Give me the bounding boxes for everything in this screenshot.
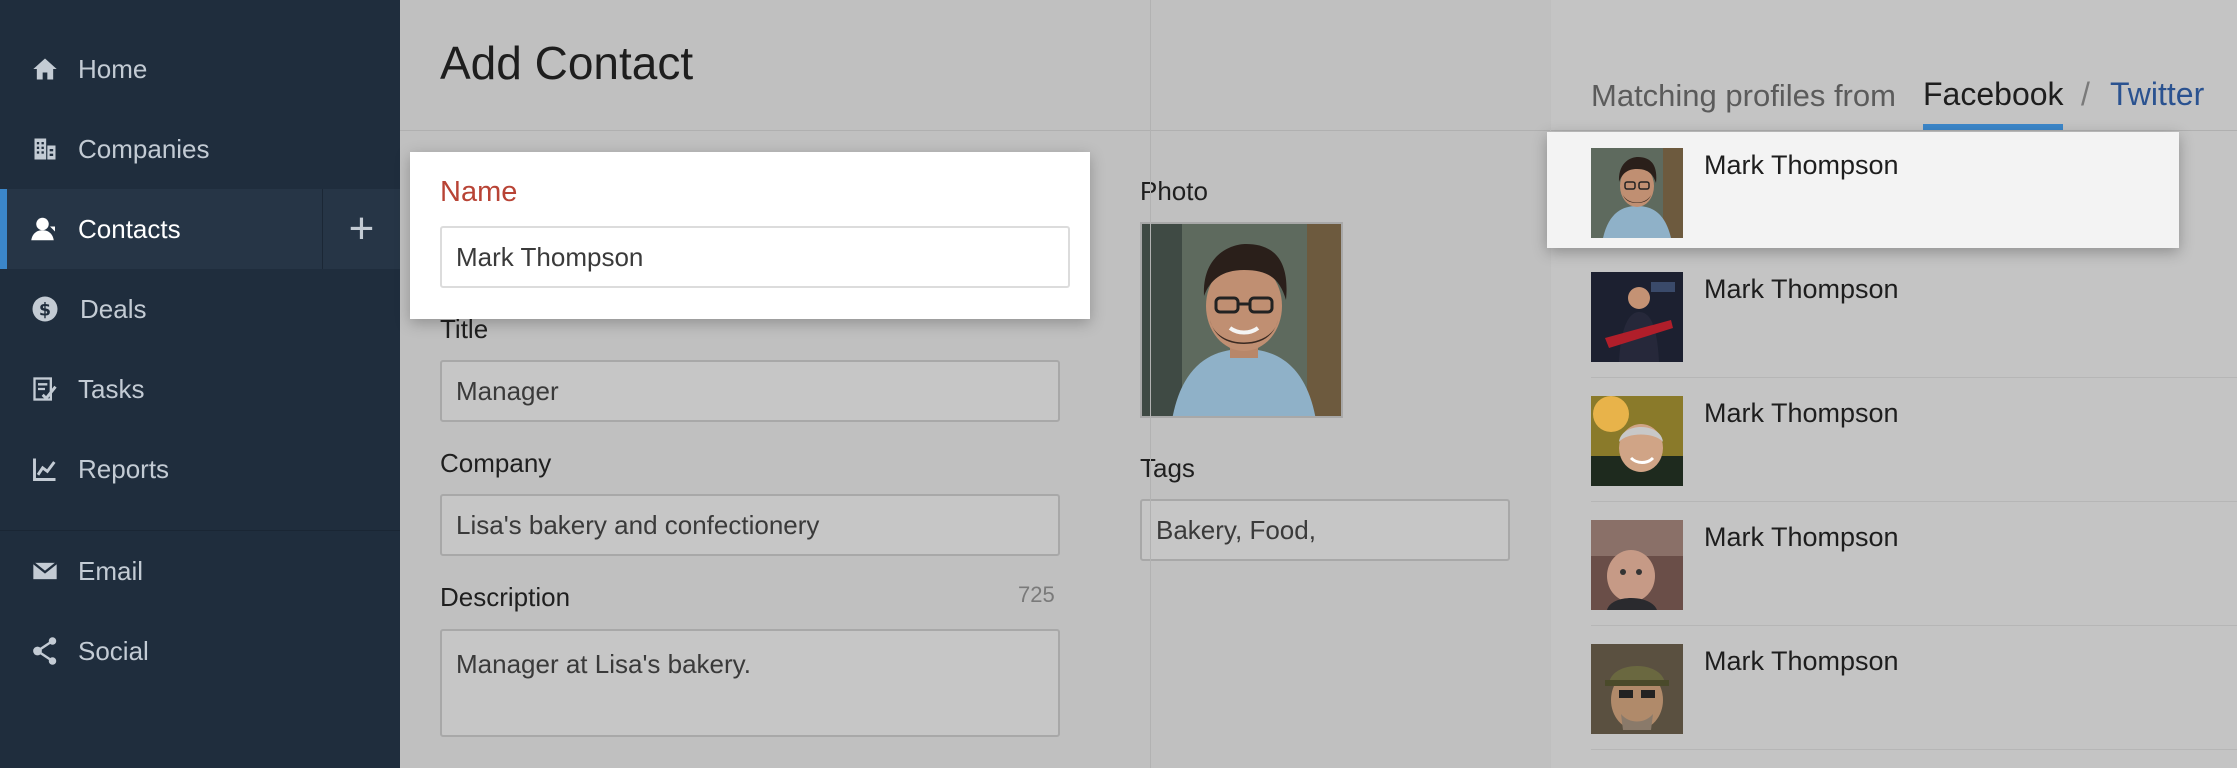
profile-name: Mark Thompson [1704,150,1899,180]
profile-name: Mark Thompson [1704,398,1899,428]
guitarist-photo-icon [1591,272,1683,362]
email-icon [28,554,62,588]
company-label: Company [440,448,552,478]
company-field[interactable]: Lisa's bakery and confectionery [440,494,1060,556]
tags-field[interactable]: Bakery, Food, [1140,499,1510,561]
smiling-man-photo-icon [1591,396,1683,486]
matching-profiles-heading: Matching profiles from [1591,78,1896,113]
profile-name: Mark Thompson [1704,522,1899,552]
profile-item[interactable]: Mark Thompson [1551,254,2237,378]
sidebar-item-tasks[interactable]: Tasks [0,349,400,429]
description-char-counter: 725 [1018,582,1055,607]
name-label: Name [440,176,518,208]
name-field-card: Name Mark Thompson [410,152,1090,319]
social-icon [28,634,62,668]
tab-separator: / [2081,76,2090,112]
companies-icon [28,132,62,166]
person-photo-icon [1591,148,1683,238]
tab-facebook[interactable]: Facebook [1923,76,2064,113]
home-icon [28,52,62,86]
profile-avatar [1591,396,1683,486]
sidebar-item-reports[interactable]: Reports [0,429,400,509]
profile-item-highlighted[interactable]: Mark Thompson [1547,132,2179,248]
row-divider [1591,749,2237,750]
sidebar-item-companies[interactable]: Companies [0,109,400,189]
sidebar: Home Companies Contacts + $ Deals Tasks … [0,0,400,768]
description-label: Description [440,582,571,612]
profile-avatar [1591,520,1683,610]
sidebar-item-label: Reports [78,453,170,484]
sidebar-item-label: Social [78,635,149,666]
profile-avatar [1591,644,1683,734]
man-photo-icon [1591,520,1683,610]
header-divider [400,130,1550,131]
tab-twitter[interactable]: Twitter [2110,76,2204,113]
profile-name: Mark Thompson [1704,646,1899,676]
svg-text:$: $ [39,300,51,320]
deals-icon: $ [28,292,62,326]
sidebar-item-email[interactable]: Email [0,531,400,611]
sidebar-item-home[interactable]: Home [0,29,400,109]
add-contact-form: Add Contact Title Manager Company Lisa's… [400,0,1550,768]
profile-item[interactable]: Mark Thompson [1551,378,2237,502]
name-field[interactable]: Mark Thompson [440,226,1070,288]
profile-item[interactable]: Mark Thompson [1551,626,2237,750]
man-with-cap-photo-icon [1591,644,1683,734]
contacts-icon [28,212,62,246]
sidebar-item-label: Companies [78,133,210,164]
header-divider [1551,130,2237,131]
sidebar-item-label: Email [78,555,144,586]
sidebar-item-contacts[interactable]: Contacts + [0,189,400,269]
title-field[interactable]: Manager [440,360,1060,422]
active-indicator [0,189,7,269]
description-field[interactable]: Manager at Lisa's bakery. [440,629,1060,737]
reports-icon [28,452,62,486]
sidebar-item-social[interactable]: Social [0,611,400,691]
profile-avatar [1591,148,1683,238]
tasks-icon [28,372,62,406]
sidebar-item-label: Home [78,53,148,84]
tags-label: Tags [1140,453,1195,483]
add-contact-button[interactable]: + [322,189,400,269]
profile-item[interactable]: Mark Thompson [1551,502,2237,626]
profile-avatar [1591,272,1683,362]
sidebar-item-label: Deals [80,293,147,324]
sidebar-item-label: Contacts [78,213,181,244]
matching-profiles-panel: Matching profiles from Facebook / Twitte… [1547,0,2237,768]
profile-name: Mark Thompson [1704,274,1899,304]
contact-photo[interactable] [1140,222,1343,418]
page-title: Add Contact [440,37,694,89]
panel-divider [1150,0,1151,768]
sidebar-item-deals[interactable]: $ Deals [0,269,400,349]
person-photo-icon [1142,224,1341,416]
sidebar-item-label: Tasks [78,373,145,404]
